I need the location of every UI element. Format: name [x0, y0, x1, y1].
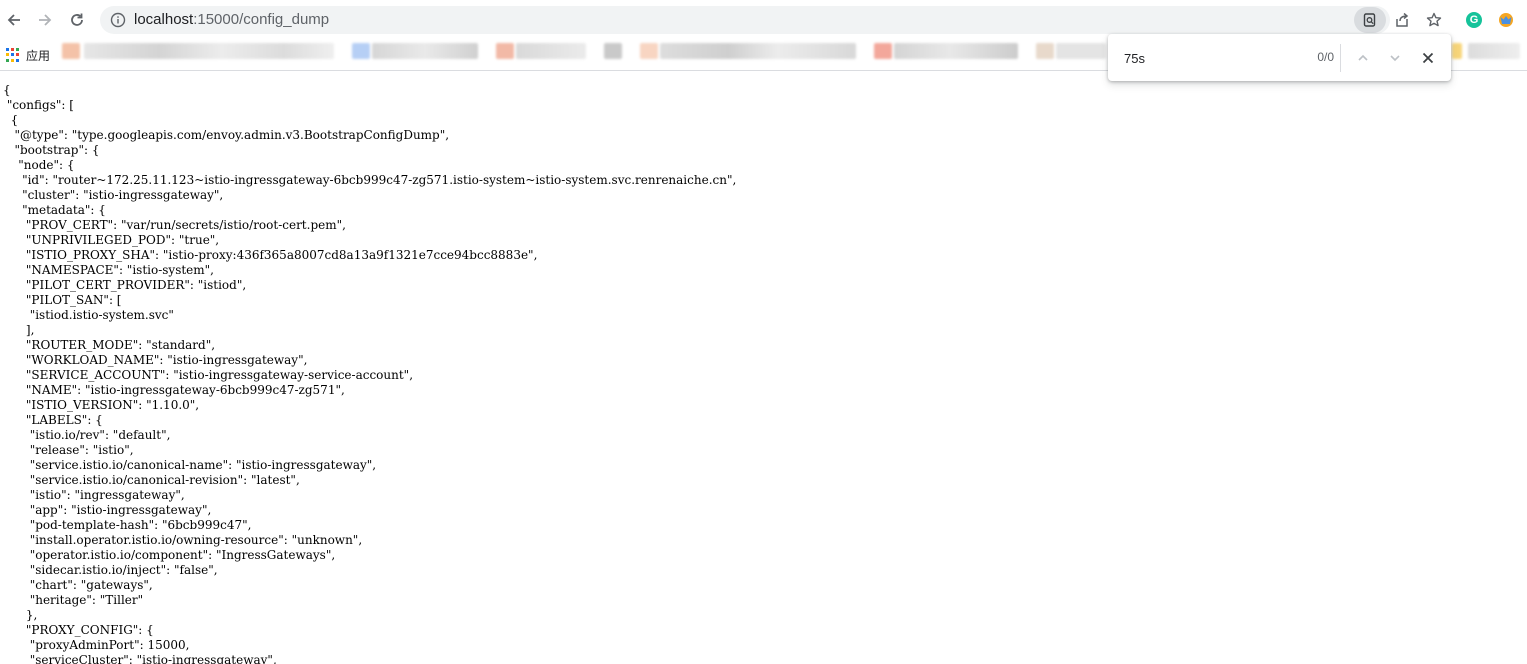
json-line: "ISTIO_PROXY_SHA": "istio-proxy:436f365a… [25, 248, 538, 262]
apps-grid-icon [6, 48, 20, 62]
json-line: { [3, 83, 11, 97]
find-input[interactable] [1124, 48, 1274, 68]
forward-button[interactable] [31, 6, 59, 34]
address-bar[interactable]: localhost:15000/config_dump [100, 6, 1390, 34]
find-close-button[interactable] [1416, 46, 1440, 70]
bookmark-item[interactable] [84, 43, 334, 59]
bookmark-star-button[interactable] [1422, 8, 1446, 32]
grammarly-extension-button[interactable]: G [1462, 8, 1486, 32]
extension-fox-icon [1499, 13, 1513, 27]
json-dump: { "configs": [ { "@type": "type.googleap… [0, 71, 1527, 664]
bookmark-item[interactable] [1468, 43, 1520, 59]
json-line: "install.operator.istio.io/owning-resour… [29, 533, 363, 547]
json-line: "NAMESPACE": "istio-system", [25, 263, 214, 277]
json-line: ], [25, 323, 35, 337]
find-previous-button[interactable] [1351, 46, 1375, 70]
json-line: "PILOT_CERT_PROVIDER": "istiod", [25, 278, 247, 292]
arrow-right-icon [39, 14, 52, 26]
find-match-count: 0/0 [1317, 50, 1334, 64]
page-content: { "configs": [ { "@type": "type.googleap… [0, 71, 1527, 664]
share-button[interactable] [1390, 8, 1414, 32]
json-line: "istio.io/rev": "default", [29, 428, 171, 442]
url-host: localhost [134, 11, 194, 28]
bookmark-item[interactable] [352, 43, 370, 59]
json-line: "service.istio.io/canonical-name": "isti… [29, 458, 377, 472]
json-line: "SERVICE_ACCOUNT": "istio-ingressgateway… [25, 368, 414, 382]
find-next-button[interactable] [1383, 46, 1407, 70]
bookmark-item[interactable] [516, 43, 586, 59]
star-icon [1426, 12, 1442, 27]
site-info-icon[interactable] [108, 10, 128, 30]
find-in-page-button[interactable] [1354, 7, 1386, 33]
chevron-down-icon [1390, 55, 1400, 62]
json-line: "proxyAdminPort": 15000, [29, 638, 190, 652]
bookmark-item[interactable] [62, 43, 80, 59]
bookmark-item[interactable] [874, 43, 892, 59]
json-line: "LABELS": { [25, 413, 103, 427]
json-line: "UNPRIVILEGED_POD": "true", [25, 233, 220, 247]
json-line: "istio": "ingressgateway", [29, 488, 185, 502]
apps-shortcut[interactable]: 应用 [6, 46, 50, 64]
json-line: "NAME": "istio-ingressgateway-6bcb999c47… [25, 383, 345, 397]
json-line: "operator.istio.io/component": "IngressG… [29, 548, 336, 562]
find-page-icon [1363, 13, 1376, 27]
apps-label: 应用 [26, 48, 51, 63]
extension-button[interactable] [1494, 8, 1518, 32]
json-line: "ISTIO_VERSION": "1.10.0", [25, 398, 200, 412]
json-line: "pod-template-hash": "6bcb999c47", [29, 518, 252, 532]
chevron-up-icon [1358, 54, 1368, 61]
json-line: "PROXY_CONFIG": { [25, 623, 154, 637]
bookmark-item[interactable] [660, 43, 856, 59]
json-line: "chart": "gateways", [29, 578, 153, 592]
arrow-left-icon [7, 14, 20, 26]
share-icon [1396, 12, 1409, 27]
bookmark-item[interactable] [640, 43, 658, 59]
json-line: "metadata": { [22, 203, 106, 217]
bookmark-item[interactable] [604, 43, 622, 59]
bookmark-item[interactable] [1452, 43, 1462, 59]
bookmark-item[interactable] [1036, 43, 1054, 59]
json-line: "heritage": "Tiller" [29, 593, 144, 607]
close-icon [1422, 52, 1434, 64]
json-line: }, [25, 608, 38, 622]
json-line: "bootstrap": { [14, 143, 100, 157]
json-line: "node": { [18, 158, 75, 172]
reload-icon [71, 13, 83, 26]
json-line: "id": "router~172.25.11.123~istio-ingres… [22, 173, 737, 187]
find-bar: 0/0 [1108, 34, 1451, 81]
grammarly-icon: G [1466, 12, 1482, 28]
json-line: "PROV_CERT": "var/run/secrets/istio/root… [25, 218, 346, 232]
url-text: localhost:15000/config_dump [134, 6, 329, 34]
json-line: "PILOT_SAN": [ [25, 293, 122, 307]
json-line: "@type": "type.googleapis.com/envoy.admi… [14, 128, 450, 142]
json-line: { [10, 113, 19, 127]
bookmark-item[interactable] [1056, 43, 1106, 59]
json-line: "serviceCluster": "istio-ingressgateway"… [29, 653, 277, 664]
json-line: "app": "istio-ingressgateway", [29, 503, 212, 517]
bookmark-item[interactable] [372, 43, 478, 59]
json-line: "cluster": "istio-ingressgateway", [22, 188, 224, 202]
json-line: "istiod.istio-system.svc" [29, 308, 174, 322]
reload-button[interactable] [63, 6, 91, 34]
json-line: "sidecar.istio.io/inject": "false", [29, 563, 218, 577]
json-line: "service.istio.io/canonical-revision": "… [29, 473, 300, 487]
back-button[interactable] [0, 6, 28, 34]
json-line: "ROUTER_MODE": "standard", [25, 338, 216, 352]
json-line: "release": "istio", [29, 443, 134, 457]
find-divider [1340, 44, 1341, 72]
json-line: "configs": [ [6, 98, 74, 112]
bookmark-item[interactable] [894, 43, 1018, 59]
json-line: "WORKLOAD_NAME": "istio-ingressgateway", [25, 353, 308, 367]
url-path: :15000/config_dump [193, 11, 330, 28]
bookmark-item[interactable] [496, 43, 514, 59]
